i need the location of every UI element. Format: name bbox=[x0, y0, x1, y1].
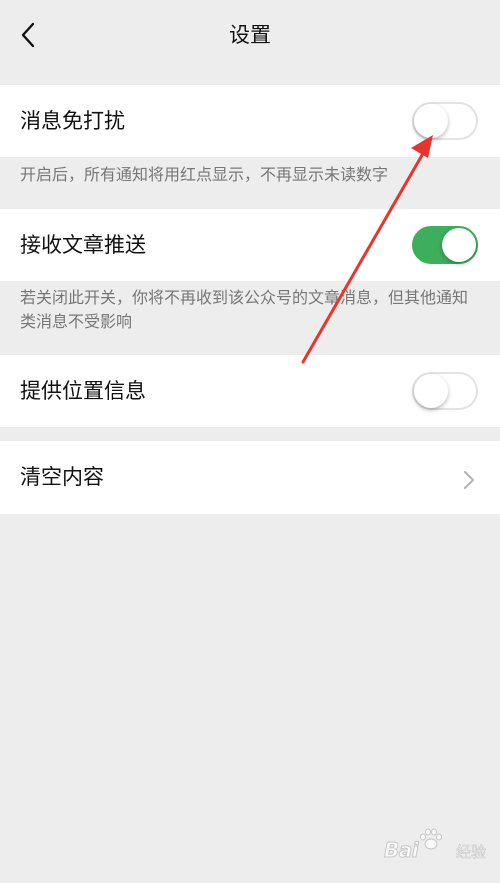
articles-row: 接收文章推送 bbox=[0, 209, 500, 281]
watermark-text: Bai bbox=[383, 838, 419, 863]
dnd-note: 开启后，所有通知将用红点显示，不再显示未读数字 bbox=[20, 165, 389, 184]
navigation-bar: 设置 bbox=[0, 0, 500, 70]
articles-note: 若关闭此开关，你将不再收到该公众号的文章消息，但其他通知类消息不受影响 bbox=[20, 288, 469, 331]
clear-content-label: 清空内容 bbox=[20, 465, 104, 489]
paw-icon bbox=[420, 828, 442, 850]
toggle-knob bbox=[414, 104, 448, 138]
location-label: 提供位置信息 bbox=[20, 379, 146, 403]
articles-label: 接收文章推送 bbox=[20, 233, 146, 257]
dnd-row: 消息免打扰 bbox=[0, 85, 500, 157]
watermark-jingyan: 经验 bbox=[456, 843, 487, 862]
settings-page: 设置 消息免打扰 开启后，所有通知将用红点显示，不再显示未读数字 接收文章推送 … bbox=[0, 0, 500, 883]
location-toggle[interactable] bbox=[412, 372, 478, 410]
dnd-label: 消息免打扰 bbox=[20, 109, 125, 133]
clear-content-row[interactable]: 清空内容 bbox=[0, 441, 500, 514]
toggle-knob bbox=[414, 374, 448, 408]
page-title: 设置 bbox=[229, 23, 271, 47]
toggle-knob bbox=[442, 228, 476, 262]
dnd-toggle[interactable] bbox=[412, 102, 478, 140]
articles-toggle[interactable] bbox=[412, 226, 478, 264]
location-row: 提供位置信息 bbox=[0, 355, 500, 427]
chevron-right-icon bbox=[464, 471, 474, 489]
baidu-watermark: Bai 经验 bbox=[383, 826, 492, 870]
